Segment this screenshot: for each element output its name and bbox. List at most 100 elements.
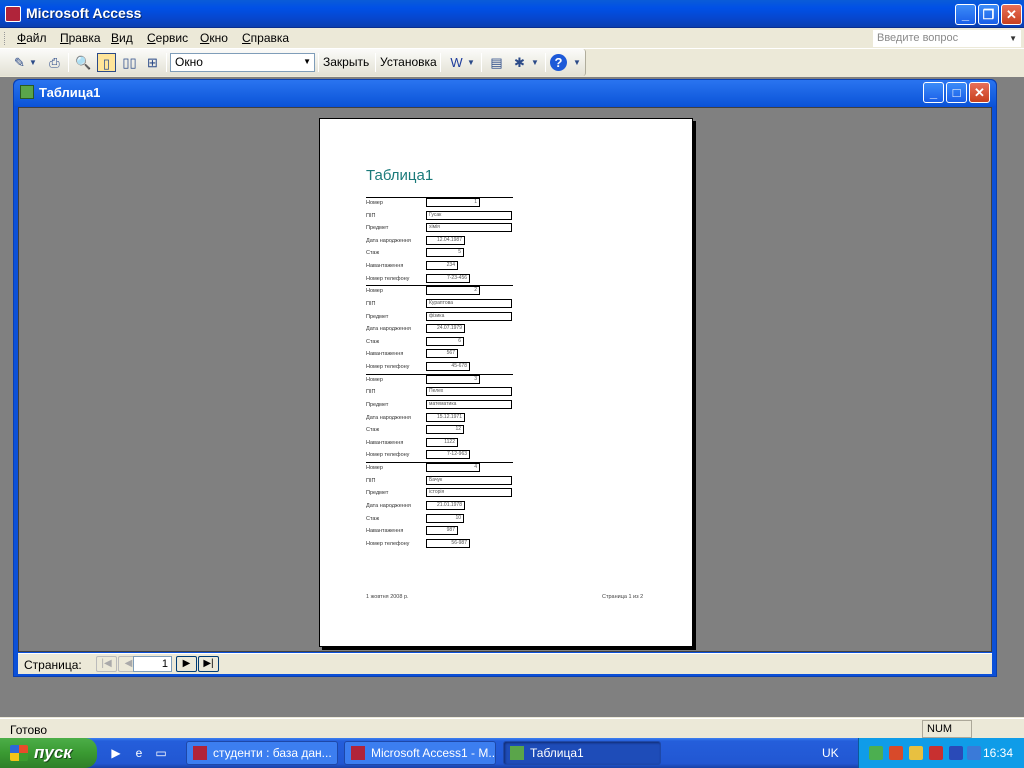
- restore-button[interactable]: ❐: [978, 4, 999, 25]
- show-desktop-icon[interactable]: ▭: [153, 745, 169, 761]
- field-value: 6: [426, 336, 464, 346]
- task-button-database[interactable]: студенти : база дан...: [186, 741, 338, 765]
- zoom-select[interactable]: Окно ▼: [170, 53, 315, 72]
- record-field: ПІП Гусак: [366, 210, 513, 223]
- title-bar: Microsoft Access _ ❐ ✕: [0, 0, 1024, 28]
- record-field: Навантаження 234: [366, 260, 513, 273]
- close-preview-button[interactable]: Закрыть: [323, 55, 369, 69]
- menu-tools[interactable]: Сервис: [147, 31, 188, 45]
- chevron-down-icon[interactable]: ▼: [303, 57, 311, 66]
- field-label: ПІП: [366, 212, 376, 219]
- print-icon[interactable]: ⎙: [45, 53, 64, 72]
- language-indicator[interactable]: UK: [822, 746, 839, 760]
- office-links-icon[interactable]: W: [447, 53, 466, 72]
- record-field: Предмет фізика: [366, 311, 513, 324]
- field-label: Предмет: [366, 401, 389, 408]
- table-icon[interactable]: [20, 85, 34, 99]
- menu-window[interactable]: Окно: [200, 31, 228, 45]
- media-player-icon[interactable]: ▶: [108, 745, 124, 761]
- design-view-icon[interactable]: ✎: [10, 53, 29, 72]
- security-icon[interactable]: [889, 746, 903, 760]
- next-page-button[interactable]: ▶: [176, 656, 197, 672]
- antivirus-icon[interactable]: [929, 746, 943, 760]
- last-page-button[interactable]: ▶|: [198, 656, 219, 672]
- menu-file[interactable]: Файл: [17, 31, 47, 45]
- preview-window: Таблица1 _ □ ✕ Таблица1 Номер 1 ПІП Гусак Пр…: [13, 79, 997, 677]
- new-object-dropdown-icon[interactable]: ▼: [530, 53, 540, 72]
- field-value: 4: [426, 463, 480, 473]
- task-label: студенти : база дан...: [213, 746, 332, 760]
- field-value: 45-678: [426, 361, 470, 371]
- volume-icon[interactable]: [909, 746, 923, 760]
- zoom-icon[interactable]: 🔍: [74, 53, 93, 72]
- chevron-down-icon[interactable]: ▼: [1009, 34, 1017, 43]
- minimize-button[interactable]: _: [955, 4, 976, 25]
- menu-edit[interactable]: Правка: [60, 31, 101, 45]
- field-label: ПІП: [366, 389, 376, 396]
- preview-canvas[interactable]: Таблица1 Номер 1 ПІП Гусак Предмет хімія Дата …: [18, 107, 992, 652]
- record-field: Номер 4: [366, 462, 513, 475]
- office-links-dropdown-icon[interactable]: ▼: [466, 53, 476, 72]
- field-label: Предмет: [366, 313, 389, 320]
- record-field: ПІП Пелех: [366, 386, 513, 399]
- one-page-icon[interactable]: ▯: [97, 53, 116, 72]
- field-value: 21.01.1978: [426, 500, 465, 510]
- record-field: Дата народження 24.07.1979: [366, 323, 513, 336]
- field-value: 2: [426, 286, 480, 296]
- help-icon[interactable]: ?: [550, 54, 567, 71]
- doc-maximize-button[interactable]: □: [946, 82, 967, 103]
- record-field: Стаж 6: [366, 336, 513, 349]
- field-label: Навантаження: [366, 439, 404, 446]
- task-button-access[interactable]: Microsoft Access1 - M...: [344, 741, 496, 765]
- field-value: 987: [426, 526, 458, 536]
- close-button[interactable]: ✕: [1001, 4, 1022, 25]
- field-label: Навантаження: [366, 528, 404, 535]
- field-label: Номер: [366, 465, 383, 472]
- status-message: Готово: [10, 723, 48, 737]
- field-label: Предмет: [366, 225, 389, 232]
- first-page-button[interactable]: |◀: [96, 656, 117, 672]
- field-value: Гусак: [426, 210, 512, 220]
- mdi-client-area: Таблица1 _ □ ✕ Таблица1 Номер 1 ПІП Гусак Пр…: [0, 77, 1024, 717]
- record-field: Номер телефону 45-678: [366, 361, 513, 374]
- menu-help[interactable]: Справка: [242, 31, 289, 45]
- record-field: Номер телефону 56-987: [366, 538, 513, 551]
- page-number-input[interactable]: 1: [133, 656, 172, 672]
- page-setup-button[interactable]: Установка: [380, 55, 437, 69]
- report-footer-date: 1 жовтня 2008 р.: [366, 594, 409, 600]
- menu-grip[interactable]: [4, 32, 7, 45]
- field-label: Дата народження: [366, 502, 411, 509]
- toolbar-options-icon[interactable]: ▼: [572, 53, 582, 72]
- messenger-icon[interactable]: [967, 746, 981, 760]
- record-field: Навантаження 567: [366, 348, 513, 361]
- access-db-icon: [193, 746, 207, 760]
- field-value: фізика: [426, 311, 512, 321]
- view-dropdown-icon[interactable]: ▼: [28, 53, 38, 72]
- multiple-pages-icon[interactable]: ⊞: [143, 53, 162, 72]
- preview-window-title: Таблица1: [39, 85, 101, 100]
- task-label: Microsoft Access1 - M...: [371, 746, 496, 760]
- menu-view[interactable]: Вид: [111, 31, 133, 45]
- clock: 16:34: [983, 746, 1014, 760]
- field-label: Номер телефону: [366, 363, 410, 370]
- field-label: ПІП: [366, 477, 376, 484]
- access-app-icon: [351, 746, 365, 760]
- two-pages-icon[interactable]: ▯▯: [120, 53, 139, 72]
- internet-explorer-icon[interactable]: e: [131, 745, 147, 761]
- record-field: Стаж 12: [366, 424, 513, 437]
- new-object-icon[interactable]: ✱: [510, 53, 529, 72]
- task-button-table[interactable]: Таблица1: [503, 741, 661, 765]
- doc-close-button[interactable]: ✕: [969, 82, 990, 103]
- database-window-icon[interactable]: ▤: [487, 53, 506, 72]
- field-label: Навантаження: [366, 351, 404, 358]
- field-value: 1: [426, 198, 480, 207]
- access-app-icon[interactable]: [5, 6, 21, 22]
- ask-question-input[interactable]: Введите вопрос ▼: [873, 30, 1021, 47]
- table-icon: [510, 746, 524, 760]
- field-value: Кураптова: [426, 298, 512, 308]
- record-field: ПІП Кураптова: [366, 298, 513, 311]
- start-button[interactable]: пуск: [0, 738, 97, 768]
- doc-minimize-button[interactable]: _: [923, 82, 944, 103]
- tray-app-icon[interactable]: [949, 746, 963, 760]
- network-icon[interactable]: [869, 746, 883, 760]
